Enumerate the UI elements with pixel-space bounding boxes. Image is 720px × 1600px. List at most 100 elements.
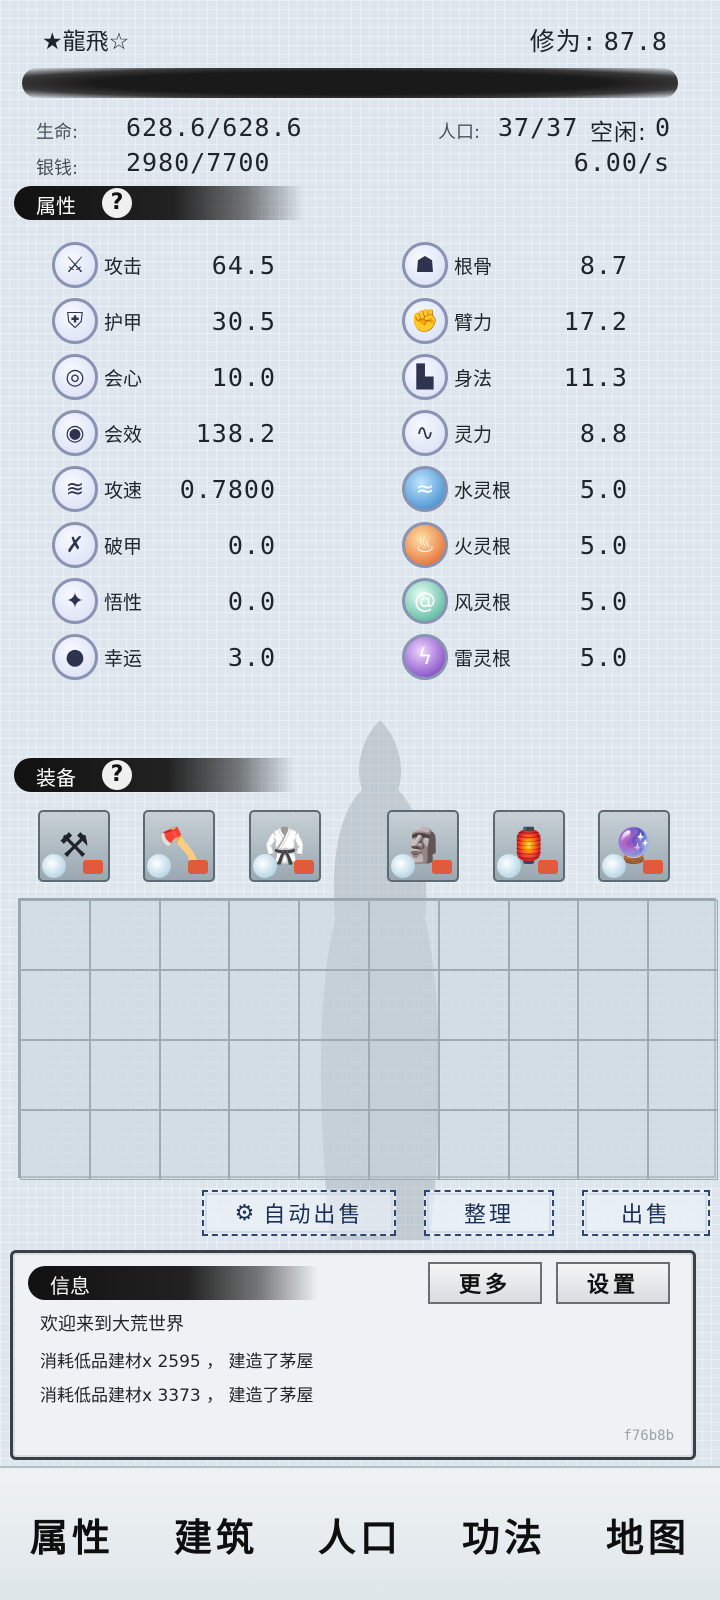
upgrade-orb-icon bbox=[497, 854, 521, 878]
attribute-value: 0.0 bbox=[227, 530, 276, 560]
attribute-row[interactable]: ● 幸运 3.0 bbox=[52, 632, 276, 682]
inventory-slot[interactable] bbox=[438, 1040, 509, 1110]
attribute-row[interactable]: ⚔ 攻击 64.5 bbox=[52, 240, 276, 290]
inventory-slot[interactable] bbox=[229, 1040, 300, 1110]
inventory-slot[interactable] bbox=[368, 1040, 439, 1110]
equipment-slot-weapon-staff[interactable]: ⚒ bbox=[38, 810, 110, 882]
inventory-slot[interactable] bbox=[648, 1110, 718, 1180]
inventory-slot[interactable] bbox=[229, 1110, 300, 1180]
inventory-slot[interactable] bbox=[299, 900, 369, 970]
attribute-name: 身法 bbox=[454, 367, 493, 390]
inventory-slot[interactable] bbox=[299, 1110, 369, 1180]
inventory-slot[interactable] bbox=[508, 1110, 579, 1180]
target-icon: ◎ bbox=[52, 354, 98, 400]
inventory-slot[interactable] bbox=[89, 970, 160, 1040]
inventory-slot[interactable] bbox=[20, 970, 90, 1040]
thunder-icon: ϟ bbox=[402, 634, 448, 680]
inventory-slot[interactable] bbox=[578, 1110, 649, 1180]
attributes-title: 属性 bbox=[36, 194, 76, 218]
attribute-row[interactable]: ◎ 会心 10.0 bbox=[52, 352, 276, 402]
inventory-slot[interactable] bbox=[438, 970, 509, 1040]
inventory-slot[interactable] bbox=[229, 900, 300, 970]
inventory-slot[interactable] bbox=[89, 1040, 160, 1110]
inventory-slot[interactable] bbox=[229, 970, 300, 1040]
attribute-row[interactable]: ◉ 会效 138.2 bbox=[52, 408, 276, 458]
inventory-slot[interactable] bbox=[159, 900, 230, 970]
info-title: 信息 bbox=[50, 1274, 90, 1298]
attribute-row[interactable]: ✗ 破甲 0.0 bbox=[52, 520, 276, 570]
log-line: 消耗低品建材x 3373 ， 建造了茅屋 bbox=[40, 1386, 314, 1406]
attribute-row[interactable]: ✦ 悟性 0.0 bbox=[52, 576, 276, 626]
bullseye-icon: ◉ bbox=[52, 410, 98, 456]
inventory-slot[interactable] bbox=[368, 900, 439, 970]
inventory-slot[interactable] bbox=[299, 1040, 369, 1110]
inventory-slot[interactable] bbox=[20, 1040, 90, 1110]
inventory-slot[interactable] bbox=[368, 1110, 439, 1180]
inventory-slot[interactable] bbox=[438, 900, 509, 970]
attributes-header: 属性 ? bbox=[14, 186, 304, 220]
inventory-slot[interactable] bbox=[368, 970, 439, 1040]
equipment-slot-talisman[interactable]: 🏮 bbox=[493, 810, 565, 882]
settings-button[interactable]: 设置 bbox=[556, 1262, 670, 1304]
attribute-row[interactable]: ▙ 身法 11.3 bbox=[402, 352, 628, 402]
nav-population[interactable]: 人口 bbox=[312, 1497, 408, 1572]
help-icon[interactable]: ? bbox=[102, 760, 132, 790]
inventory-slot[interactable] bbox=[20, 1110, 90, 1180]
inventory-slot[interactable] bbox=[578, 900, 649, 970]
attribute-row[interactable]: ♨ 火灵根 5.0 bbox=[402, 520, 628, 570]
attribute-row[interactable]: ≈ 水灵根 5.0 bbox=[402, 464, 628, 514]
attribute-value: 5.0 bbox=[579, 530, 628, 560]
equipment-slot-armor[interactable]: 🥋 bbox=[249, 810, 321, 882]
attribute-row[interactable]: ≋ 攻速 0.7800 bbox=[52, 464, 276, 514]
attribute-row[interactable]: ☗ 根骨 8.7 bbox=[402, 240, 628, 290]
nav-map[interactable]: 地图 bbox=[600, 1497, 696, 1572]
inventory-slot[interactable] bbox=[578, 1040, 649, 1110]
inventory-slot[interactable] bbox=[299, 970, 369, 1040]
shield-icon: ⛨ bbox=[52, 298, 98, 344]
organize-button[interactable]: 整理 bbox=[424, 1190, 554, 1236]
attribute-value: 8.7 bbox=[579, 250, 628, 280]
attribute-row[interactable]: ✊ 臂力 17.2 bbox=[402, 296, 628, 346]
attribute-value: 64.5 bbox=[211, 250, 276, 280]
inventory-slot[interactable] bbox=[578, 970, 649, 1040]
ink-divider bbox=[22, 68, 678, 98]
nav-techniques[interactable]: 功法 bbox=[456, 1497, 552, 1572]
inventory-slot[interactable] bbox=[438, 1110, 509, 1180]
inventory-slot[interactable] bbox=[159, 1110, 230, 1180]
inventory-slot[interactable] bbox=[159, 970, 230, 1040]
sell-button[interactable]: 出售 bbox=[582, 1190, 710, 1236]
auto-sell-button[interactable]: ⚙ 自动出售 bbox=[202, 1190, 396, 1236]
help-icon[interactable]: ? bbox=[102, 188, 132, 218]
upgrade-orb-icon bbox=[602, 854, 626, 878]
inventory-slot[interactable] bbox=[508, 900, 579, 970]
upgrade-orb-icon bbox=[253, 854, 277, 878]
attribute-value: 5.0 bbox=[579, 474, 628, 504]
inventory-slot[interactable] bbox=[89, 900, 160, 970]
attribute-name: 水灵根 bbox=[454, 479, 512, 502]
inventory-slot[interactable] bbox=[20, 900, 90, 970]
attribute-row[interactable]: ϟ 雷灵根 5.0 bbox=[402, 632, 628, 682]
rarity-badge-icon bbox=[643, 860, 663, 874]
attribute-row[interactable]: ⛨ 护甲 30.5 bbox=[52, 296, 276, 346]
nav-attributes[interactable]: 属性 bbox=[24, 1497, 120, 1572]
inventory-slot[interactable] bbox=[648, 900, 718, 970]
equipment-slot-weapon-axe[interactable]: 🪓 bbox=[143, 810, 215, 882]
equipment-slot-pendant[interactable]: 🔮 bbox=[598, 810, 670, 882]
rarity-badge-icon bbox=[538, 860, 558, 874]
sword-icon: ⚔ bbox=[52, 242, 98, 288]
inventory-slot[interactable] bbox=[648, 970, 718, 1040]
inventory-slot[interactable] bbox=[508, 1040, 579, 1110]
equipment-slot-seal[interactable]: 🗿 bbox=[387, 810, 459, 882]
attribute-row[interactable]: @ 风灵根 5.0 bbox=[402, 576, 628, 626]
attribute-row[interactable]: ∿ 灵力 8.8 bbox=[402, 408, 628, 458]
nav-buildings[interactable]: 建筑 bbox=[168, 1497, 264, 1572]
inventory-slot[interactable] bbox=[508, 970, 579, 1040]
attribute-value: 0.0 bbox=[227, 586, 276, 616]
more-button[interactable]: 更多 bbox=[428, 1262, 542, 1304]
inventory-slot[interactable] bbox=[648, 1040, 718, 1110]
silver-label: 银钱: bbox=[36, 158, 79, 179]
inventory-slot[interactable] bbox=[89, 1110, 160, 1180]
inventory-slot[interactable] bbox=[159, 1040, 230, 1110]
rarity-badge-icon bbox=[83, 860, 103, 874]
attribute-value: 138.2 bbox=[195, 418, 276, 448]
